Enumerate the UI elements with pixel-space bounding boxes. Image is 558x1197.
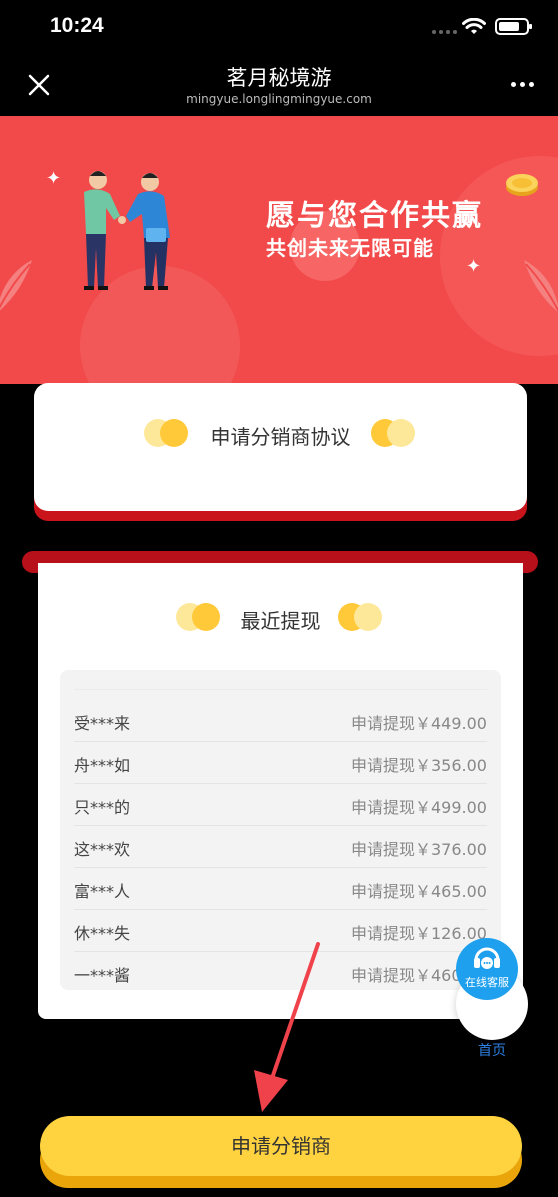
user-name: 富***人 (74, 882, 131, 901)
user-name: 一***酱 (74, 966, 131, 985)
agreement-link[interactable]: 申请分销商协议 (34, 421, 527, 450)
headset-icon (474, 947, 500, 969)
page-url: mingyue.longlingmingyue.com (186, 92, 372, 106)
list-item (74, 670, 487, 690)
coin-icon (506, 174, 538, 196)
decor-dots-icon (371, 419, 417, 447)
agreement-card[interactable]: 申请分销商协议 (34, 383, 527, 511)
home-label[interactable]: 首页 (466, 1040, 518, 1060)
sparkle-icon: ✦ (46, 168, 62, 189)
list-item: 这***欢 申请提现￥376.00 (74, 826, 487, 868)
user-name: 受***来 (74, 714, 131, 733)
user-name: 只***的 (74, 798, 131, 817)
apply-distributor-button[interactable]: 申请分销商 (40, 1116, 522, 1176)
battery-icon (495, 18, 532, 35)
annotation-arrow-icon (254, 942, 320, 1112)
leaf-icon (524, 260, 558, 313)
list-item: 舟***如 申请提现￥356.00 (74, 742, 487, 784)
banner-title: 愿与您合作共赢 (266, 198, 484, 232)
user-name: 休***失 (74, 924, 131, 943)
withdraw-amount: 申请提现￥465.00 (351, 882, 487, 901)
handshake-illustration (84, 171, 170, 290)
banner-subtitle: 共创未来无限可能 (266, 236, 434, 260)
signal-icon (432, 30, 457, 34)
floating-service-widget[interactable]: 首页 在线客服 (456, 938, 528, 1059)
customer-service-button[interactable]: 在线客服 (456, 938, 518, 1000)
nav-bar: 茗月秘境游 mingyue.longlingmingyue.com (0, 56, 558, 116)
user-name: 这***欢 (74, 840, 131, 859)
wifi-icon (462, 18, 486, 34)
user-name: 舟***如 (74, 756, 131, 775)
more-icon[interactable] (511, 82, 534, 87)
withdraw-amount: 申请提现￥376.00 (351, 840, 487, 859)
customer-service-label[interactable]: 在线客服 (456, 974, 518, 990)
sparkle-icon: ✦ (466, 256, 482, 277)
decor-dots-icon (338, 603, 384, 631)
banner: ✦ ✦ 愿与您合作共赢 共创未来无限可能 (0, 116, 558, 384)
list-item: 受***来 申请提现￥449.00 (74, 700, 487, 742)
withdraw-amount: 申请提现￥449.00 (351, 714, 487, 733)
leaf-icon (0, 260, 32, 311)
withdraw-amount: 申请提现￥499.00 (351, 798, 487, 817)
status-time: 10:24 (50, 14, 104, 37)
page-title: 茗月秘境游 (226, 66, 332, 90)
status-bar: 10:24 (0, 0, 558, 56)
list-item: 只***的 申请提现￥499.00 (74, 784, 487, 826)
withdraw-amount: 申请提现￥356.00 (351, 756, 487, 775)
list-item: 富***人 申请提现￥465.00 (74, 868, 487, 910)
withdrawals-title: 最近提现 (240, 609, 321, 633)
